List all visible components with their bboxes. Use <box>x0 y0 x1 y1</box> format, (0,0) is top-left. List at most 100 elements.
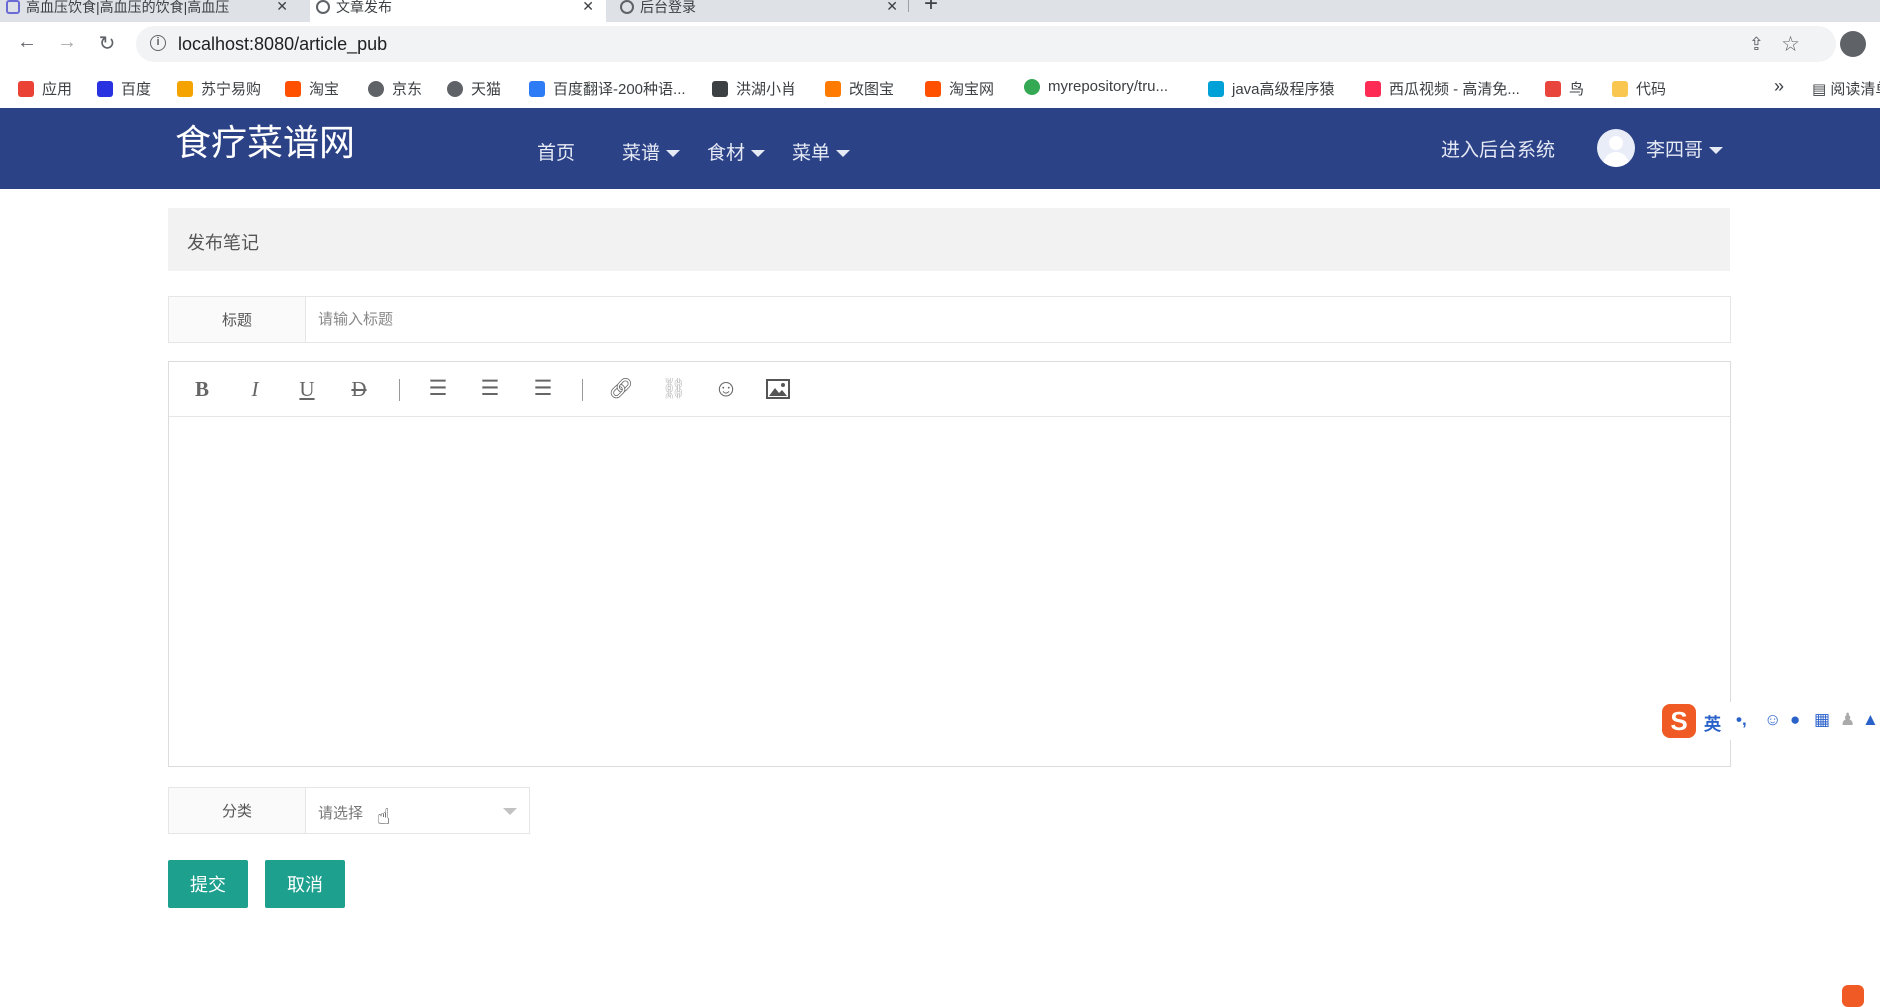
close-icon[interactable]: ✕ <box>886 0 898 15</box>
bookmark-item[interactable]: 应用 <box>18 78 72 99</box>
bookmark-label: 苏宁易购 <box>201 81 262 98</box>
profile-avatar-icon[interactable] <box>1840 31 1866 57</box>
ime-keyboard-icon[interactable]: ▦ <box>1814 710 1830 730</box>
italic-icon[interactable]: I <box>240 375 270 403</box>
gaitubao-icon <box>825 80 841 97</box>
strikethrough-icon[interactable]: D <box>344 375 374 403</box>
bird-icon <box>712 80 728 97</box>
taobao-icon <box>925 80 941 97</box>
nav-recipes[interactable]: 菜谱 <box>622 138 681 165</box>
cancel-button[interactable]: 取消 <box>265 860 345 908</box>
toolbar-divider <box>582 379 583 401</box>
nav-label: 菜单 <box>792 143 831 164</box>
xigua-play-icon <box>1365 80 1381 97</box>
image-icon[interactable] <box>763 375 793 403</box>
browser-tab-bar: 高血压饮食|高血压的饮食|高血压 ✕ 文章发布 ✕ 后台登录 ✕ + <box>0 0 1880 22</box>
bookmark-label: 天猫 <box>471 81 502 98</box>
tab-title: 文章发布 <box>336 0 392 15</box>
ime-skin-icon[interactable]: ▲ <box>1862 710 1879 730</box>
bold-icon[interactable]: B <box>187 375 217 403</box>
caret-down-icon <box>1709 147 1724 155</box>
nav-menus[interactable]: 菜单 <box>792 138 851 165</box>
bilibili-icon <box>1208 80 1224 97</box>
back-icon[interactable]: ← <box>13 31 41 54</box>
close-icon[interactable]: ✕ <box>582 0 594 15</box>
nav-label: 食材 <box>707 143 746 164</box>
sogou-corner-icon <box>1842 985 1864 1007</box>
ime-punct[interactable]: •, <box>1736 710 1747 730</box>
globe-icon <box>316 0 330 14</box>
globe-icon <box>620 0 634 14</box>
code-icon <box>1612 80 1628 97</box>
bookmark-item[interactable]: 改图宝 <box>825 78 894 99</box>
link-icon[interactable]: 🔗︎ <box>606 375 636 403</box>
bookmark-label: 改图宝 <box>849 81 895 98</box>
bookmark-item[interactable]: 百度 <box>97 78 151 99</box>
sogou-logo-icon[interactable]: S <box>1662 704 1696 738</box>
forward-icon[interactable]: → <box>53 31 81 54</box>
user-avatar[interactable] <box>1597 129 1635 167</box>
align-left-icon[interactable]: ☰ <box>423 375 453 403</box>
underline-icon[interactable]: U <box>292 375 322 403</box>
bookmark-item[interactable]: 天猫 <box>447 78 501 99</box>
unlink-icon[interactable]: ⛓︎ <box>659 375 689 403</box>
user-name: 李四哥 <box>1646 140 1704 161</box>
ime-user-icon[interactable]: ♟ <box>1840 710 1855 730</box>
suning-lion-icon <box>177 80 193 97</box>
bookmark-item[interactable]: 洪湖小肖 <box>712 78 796 99</box>
bookmarks-more-icon[interactable]: » <box>1774 76 1784 97</box>
browser-tab-3[interactable]: 后台登录 ✕ <box>614 0 910 22</box>
bookmark-item[interactable]: myrepository/tru... <box>1024 78 1168 95</box>
align-right-icon[interactable]: ☰ <box>528 375 558 403</box>
category-row: 分类 <box>168 787 306 834</box>
emoji-icon[interactable]: ☺ <box>711 375 741 403</box>
ime-emoji-icon[interactable]: ☺ <box>1764 710 1781 730</box>
nav-ingredients[interactable]: 食材 <box>707 138 766 165</box>
bookmark-item[interactable]: 淘宝网 <box>925 78 994 99</box>
new-tab-icon[interactable]: + <box>924 0 938 18</box>
bookmark-label: 洪湖小肖 <box>736 81 797 98</box>
bookmark-item[interactable]: 京东 <box>368 78 422 99</box>
caret-down-icon <box>836 150 851 158</box>
translate-icon <box>529 80 545 97</box>
reading-list[interactable]: ▤ 阅读清单 <box>1812 78 1880 99</box>
bird-icon <box>1545 80 1561 97</box>
bookmark-item[interactable]: 苏宁易购 <box>177 78 261 99</box>
reading-list-label: 阅读清单 <box>1830 81 1880 98</box>
address-bar[interactable]: i localhost:8080/article_pub ⇪ ☆ <box>136 26 1836 62</box>
site-info-icon[interactable]: i <box>150 35 166 51</box>
ime-mode[interactable]: 英 <box>1704 710 1721 735</box>
site-header: 食疗菜谱网 首页 菜谱 食材 菜单 进入后台系统 李四哥 <box>0 108 1880 189</box>
ime-mic-icon[interactable]: ● <box>1790 710 1800 730</box>
category-select[interactable]: 请选择 <box>305 787 530 834</box>
url-text[interactable]: localhost:8080/article_pub <box>178 34 387 55</box>
bookmark-label: myrepository/tru... <box>1048 78 1169 95</box>
bookmark-label: 百度翻译-200种语... <box>553 81 686 98</box>
bookmark-label: 应用 <box>42 81 73 98</box>
bookmark-item[interactable]: 百度翻译-200种语... <box>529 78 686 99</box>
browser-tab-1[interactable]: 高血压饮食|高血压的饮食|高血压 ✕ <box>0 0 300 22</box>
bookmark-label: 京东 <box>392 81 423 98</box>
chrome-icon <box>1024 78 1040 95</box>
bookmark-item[interactable]: 鸟 <box>1545 78 1584 99</box>
browser-tab-2[interactable]: 文章发布 ✕ <box>310 0 606 22</box>
editor-content-area[interactable] <box>169 417 1730 766</box>
close-icon[interactable]: ✕ <box>276 0 288 15</box>
submit-button[interactable]: 提交 <box>168 860 248 908</box>
align-center-icon[interactable]: ☰ <box>475 375 505 403</box>
user-menu[interactable]: 李四哥 <box>1646 135 1724 162</box>
bookmark-item[interactable]: 淘宝 <box>285 78 339 99</box>
bookmark-item[interactable]: 西瓜视频 - 高清免... <box>1365 78 1520 99</box>
admin-link[interactable]: 进入后台系统 <box>1441 135 1555 162</box>
site-logo[interactable]: 食疗菜谱网 <box>175 114 355 166</box>
share-icon[interactable]: ⇪ <box>1749 34 1764 55</box>
title-input[interactable] <box>306 297 1730 342</box>
bookmark-star-icon[interactable]: ☆ <box>1781 32 1800 57</box>
bookmark-item[interactable]: 代码 <box>1612 78 1666 99</box>
nav-label: 首页 <box>537 143 576 164</box>
reload-icon[interactable]: ↻ <box>93 31 121 56</box>
nav-home[interactable]: 首页 <box>537 138 575 165</box>
bookmark-item[interactable]: java高级程序猿 <box>1208 78 1335 99</box>
globe-icon <box>447 80 463 97</box>
rich-text-editor: B I U D ☰ ☰ ☰ 🔗︎ ⛓︎ ☺ <box>168 361 1731 767</box>
